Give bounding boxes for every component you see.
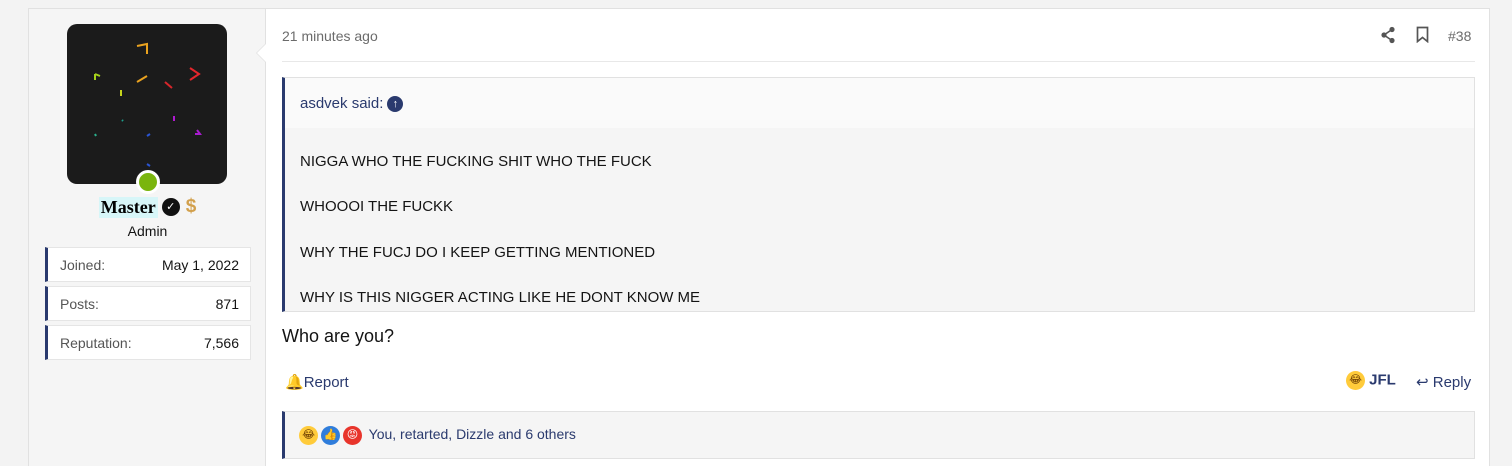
stat-value: 871 — [215, 296, 239, 312]
angry-emoji-icon: 😡 — [343, 426, 362, 445]
post-time[interactable]: 21 minutes ago — [282, 28, 378, 44]
avatar-image — [94, 42, 202, 167]
stat-value: May 1, 2022 — [161, 257, 239, 273]
quote-line: WHY THE FUCJ DO I KEEP GETTING MENTIONED — [300, 244, 656, 261]
quote-author[interactable]: asdvek said: — [300, 95, 383, 112]
message-arrow-inner — [257, 44, 266, 62]
user-title: Admin — [127, 223, 168, 239]
stat-label: Posts: — [60, 296, 99, 312]
reply-button[interactable]: ↩ Reply — [1416, 373, 1471, 391]
laugh-emoji-icon: 😂 — [1346, 371, 1365, 390]
stat-label: Joined: — [60, 257, 106, 273]
online-indicator — [136, 170, 160, 194]
reactions-summary[interactable]: 😂 👍 😡 You, retarted, Dizzle and 6 others — [299, 426, 576, 445]
quote-line: WHOOOI THE FUCKK — [300, 198, 454, 215]
bell-icon: 🔔 — [285, 374, 304, 391]
reactions-bar: 😂 👍 😡 You, retarted, Dizzle and 6 others — [282, 411, 1475, 459]
message-main: 21 minutes ago #38 asdvek said: ↑ NIGGA W… — [266, 9, 1491, 466]
stat-reputation: Reputation: 7,566 — [45, 325, 251, 360]
quote-header: asdvek said: ↑ — [285, 78, 1474, 128]
report-label: Report — [303, 374, 349, 391]
arrow-up-icon[interactable]: ↑ — [387, 96, 404, 113]
post-number[interactable]: #38 — [1448, 28, 1471, 44]
bookmark-icon[interactable] — [1416, 26, 1429, 43]
post: Master ✓ $ Admin Joined: May 1, 2022 Posts… — [28, 8, 1490, 466]
stat-value: 7,566 — [203, 335, 239, 351]
quote-author-link[interactable]: asdvek said: ↑ — [300, 95, 404, 113]
share-icon[interactable] — [1380, 26, 1396, 44]
quote-line: NIGGA WHO THE FUCKING SHIT WHO THE FUCK — [300, 153, 652, 170]
thumbs-up-icon: 👍 — [321, 426, 340, 445]
message-body: Who are you? — [282, 326, 395, 346]
reply-label: Reply — [1432, 374, 1472, 391]
stat-posts: Posts: 871 — [45, 286, 251, 321]
username[interactable]: Master — [98, 196, 158, 218]
user-cell: Master ✓ $ Admin Joined: May 1, 2022 Posts… — [29, 9, 266, 466]
stat-joined: Joined: May 1, 2022 — [45, 247, 251, 282]
quote-line: WHY IS THIS NIGGER ACTING LIKE HE DONT K… — [300, 289, 701, 306]
jfl-reaction-button[interactable]: 😂 JFL — [1346, 371, 1396, 390]
header-divider — [282, 61, 1475, 62]
username-row: Master ✓ $ — [29, 196, 266, 218]
report-button[interactable]: 🔔Report — [285, 373, 349, 391]
dollar-icon: $ — [185, 196, 197, 217]
reply-arrow-icon: ↩ — [1416, 374, 1429, 391]
jfl-label: JFL — [1369, 371, 1396, 389]
stat-label: Reputation: — [60, 335, 132, 351]
check-badge-icon: ✓ — [161, 198, 180, 216]
reactions-text[interactable]: You, retarted, Dizzle and 6 others — [369, 426, 576, 442]
laugh-emoji-icon: 😂 — [299, 426, 318, 445]
quote-block: asdvek said: ↑ NIGGA WHO THE FUCKING SHIT… — [282, 77, 1475, 312]
avatar[interactable] — [67, 24, 227, 184]
